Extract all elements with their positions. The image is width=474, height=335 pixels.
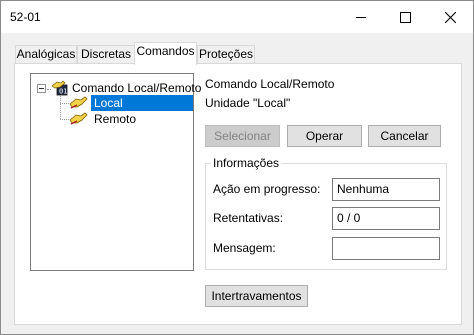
hand-pointer-icon [69, 111, 89, 127]
command-name-text: Comando Local/Remoto [205, 77, 335, 91]
progress-field[interactable]: Nenhuma [332, 178, 440, 201]
dialog-window: 52-01 Analógicas Discretas Comandos Prot… [0, 0, 474, 335]
tab-discretas[interactable]: Discretas [77, 45, 135, 64]
maximize-button[interactable] [383, 1, 428, 33]
svg-text:01: 01 [59, 88, 67, 96]
operate-button[interactable]: Operar [287, 125, 362, 147]
interlocks-button[interactable]: Intertravamentos [205, 285, 308, 307]
progress-label: Ação em progresso: [213, 182, 321, 196]
minimize-icon [355, 17, 366, 18]
tab-comandos[interactable]: Comandos [134, 42, 197, 65]
close-button[interactable] [428, 1, 473, 33]
retries-field[interactable]: 0 / 0 [332, 207, 440, 230]
tab-protecoes[interactable]: Proteções [197, 45, 255, 64]
retries-label: Retentativas: [213, 211, 284, 225]
command-tree[interactable]: 01 Comando Local/Remoto Local Remoto [30, 73, 201, 271]
collapse-toggle-icon[interactable] [37, 84, 46, 93]
tree-label-root: Comando Local/Remoto [72, 81, 202, 95]
close-icon [445, 11, 456, 23]
tree-label-remoto: Remoto [94, 112, 137, 126]
unit-text: Unidade "Local" [205, 96, 291, 110]
info-group-title: Informações [211, 156, 282, 170]
minimize-button[interactable] [338, 1, 383, 33]
maximize-icon [400, 11, 411, 23]
hand-pointer-icon [69, 95, 89, 111]
cancel-button[interactable]: Cancelar [368, 125, 441, 147]
command-node-icon: 01 [51, 80, 69, 96]
title-bar: 52-01 [1, 1, 473, 33]
tree-label-local: Local [94, 96, 123, 110]
window-title: 52-01 [10, 10, 41, 24]
tab-analogicas[interactable]: Analógicas [15, 45, 77, 64]
select-button[interactable]: Selecionar [205, 125, 280, 147]
message-field[interactable] [332, 237, 440, 260]
message-label: Mensagem: [213, 241, 276, 255]
